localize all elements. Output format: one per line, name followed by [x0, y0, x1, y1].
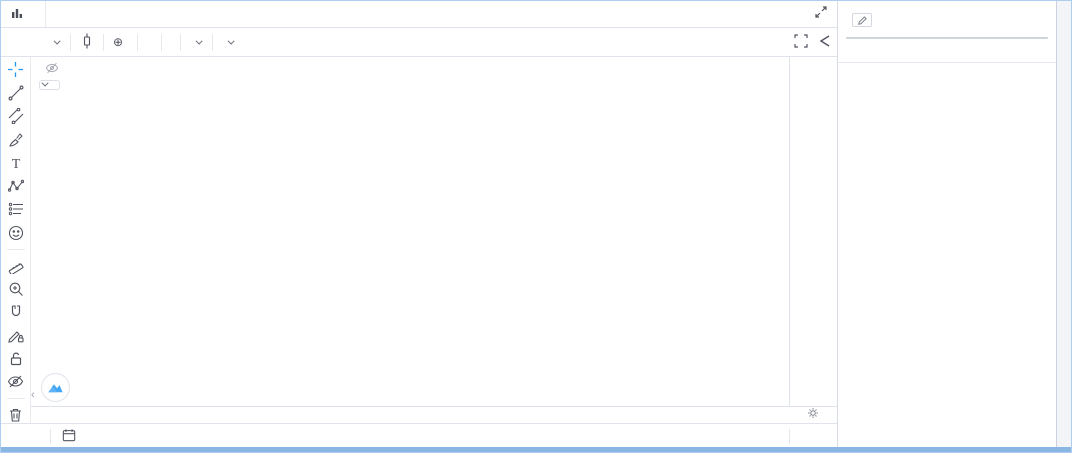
chart-toolbar: ⊕ — [1, 28, 837, 57]
trading-app: ⊕ T ‹ — [1, 1, 1071, 452]
eye-off-icon[interactable] — [45, 62, 59, 77]
magnet-icon[interactable] — [5, 304, 27, 320]
chart-panel: ⊕ T ‹ — [1, 1, 838, 449]
profile-menu-button[interactable] — [222, 37, 235, 45]
market-depth-panel — [838, 1, 1057, 449]
forecast-icon[interactable] — [5, 201, 27, 217]
edit-symbol-button[interactable] — [852, 13, 872, 27]
fullscreen-icon[interactable] — [794, 33, 808, 51]
order-book-header — [838, 46, 1056, 52]
xabcd-pattern-icon[interactable] — [5, 178, 27, 194]
trash-icon[interactable] — [5, 407, 27, 423]
text-tool-icon[interactable]: T — [5, 155, 27, 171]
parallel-channel-icon[interactable] — [5, 108, 27, 125]
price-axis[interactable] — [789, 57, 837, 406]
trades-header — [838, 54, 1057, 63]
legend-collapse-button[interactable] — [39, 79, 60, 90]
compare-button[interactable]: ⊕ — [113, 35, 128, 49]
candle-style-icon[interactable] — [80, 33, 94, 52]
time-axis[interactable] — [31, 406, 837, 423]
ruler-icon[interactable] — [5, 257, 27, 274]
panel-tabs — [846, 37, 1049, 39]
tab-bar — [1, 1, 837, 28]
chart-legend[interactable] — [39, 62, 59, 77]
broker-logo[interactable] — [41, 373, 70, 402]
chart-plot-area[interactable]: ‹ — [31, 57, 789, 407]
calendar-icon[interactable] — [62, 428, 76, 445]
expand-icon[interactable] — [815, 5, 827, 23]
drawing-toolbar: T — [1, 57, 31, 423]
lock-icon[interactable] — [5, 350, 27, 366]
draw-lock-icon[interactable] — [5, 327, 27, 343]
svg-text:T: T — [11, 157, 20, 171]
right-sidebar-tabs — [1056, 1, 1071, 449]
chart-menu-button[interactable] — [190, 37, 203, 45]
chevron-down-icon[interactable] — [53, 37, 61, 45]
panel-collapse-handle[interactable]: ‹ — [31, 389, 35, 401]
chart-bottom-bar — [1, 423, 837, 449]
brush-icon[interactable] — [5, 131, 27, 147]
axis-settings-gear-icon[interactable] — [807, 406, 819, 424]
zoom-in-icon[interactable] — [5, 281, 27, 297]
window-edge — [1, 447, 1071, 452]
emoji-icon[interactable] — [5, 224, 27, 240]
chart-tab[interactable] — [1, 1, 46, 27]
bar-chart-icon — [11, 7, 23, 22]
crosshair-icon[interactable] — [5, 61, 27, 78]
share-icon[interactable] — [818, 34, 831, 51]
circle-plus-icon: ⊕ — [113, 35, 124, 49]
trend-line-icon[interactable] — [5, 85, 27, 101]
hide-drawings-icon[interactable] — [5, 374, 27, 390]
